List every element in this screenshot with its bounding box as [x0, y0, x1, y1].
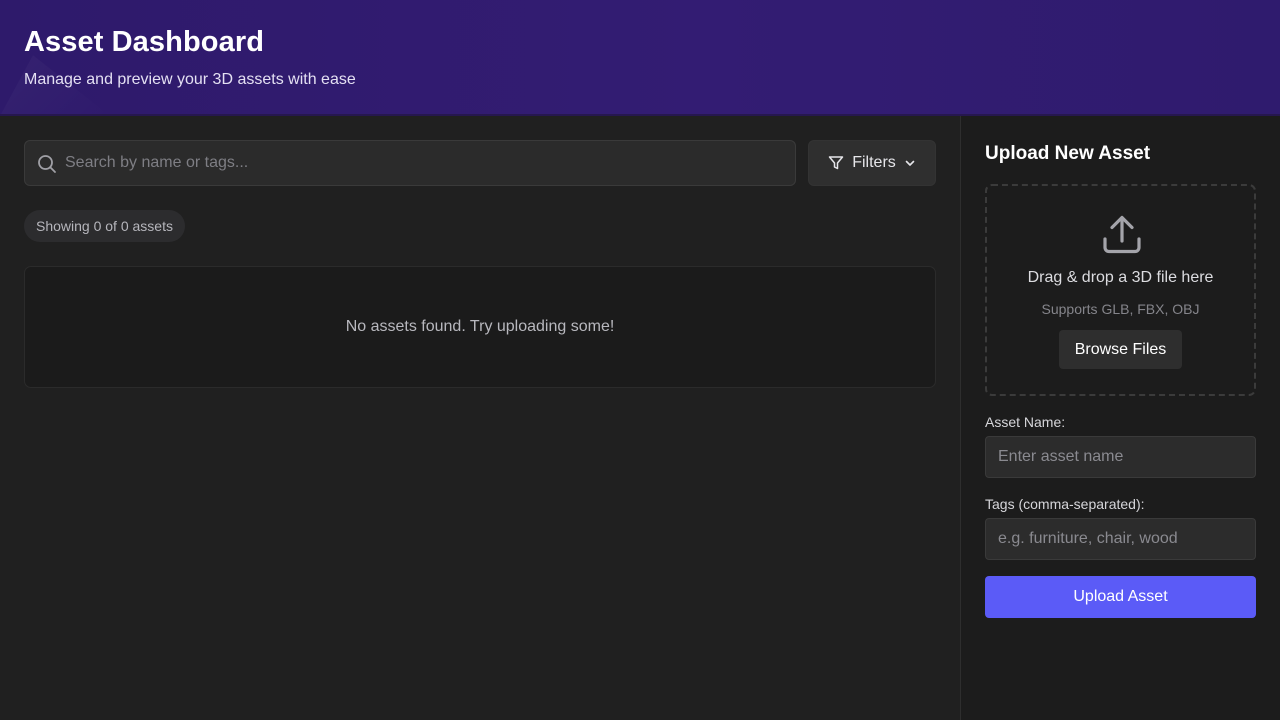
- asset-name-input[interactable]: [985, 436, 1256, 478]
- search-box[interactable]: [24, 140, 796, 186]
- upload-panel-title: Upload New Asset: [985, 143, 1151, 164]
- empty-state-message: No assets found. Try uploading some!: [345, 318, 615, 335]
- upload-panel: Upload New Asset Drag & drop a 3D file h…: [961, 116, 1280, 720]
- app-header: Asset Dashboard Manage and preview your …: [0, 0, 1280, 116]
- asset-name-label: Asset Name:: [985, 414, 1066, 430]
- search-input[interactable]: [65, 141, 785, 185]
- upload-icon: [1103, 215, 1141, 254]
- dropzone-text: Drag & drop a 3D file here: [1027, 269, 1214, 286]
- asset-browser: Filters Showing 0 of 0 assets No assets …: [0, 116, 960, 720]
- page-subtitle: Manage and preview your 3D assets with e…: [24, 71, 356, 88]
- upload-asset-button[interactable]: Upload Asset: [985, 576, 1256, 618]
- browse-files-button[interactable]: Browse Files: [1059, 330, 1182, 369]
- file-dropzone[interactable]: Drag & drop a 3D file here Supports GLB,…: [985, 184, 1256, 396]
- dropzone-formats: Supports GLB, FBX, OBJ: [1041, 301, 1200, 317]
- asset-count-badge: Showing 0 of 0 assets: [24, 210, 185, 242]
- page-title: Asset Dashboard: [24, 26, 265, 58]
- tags-input[interactable]: [985, 518, 1256, 560]
- filter-icon: [828, 156, 844, 170]
- tags-label: Tags (comma-separated):: [985, 496, 1145, 512]
- search-icon: [38, 155, 56, 173]
- filters-button[interactable]: Filters: [808, 140, 936, 186]
- empty-state-panel: No assets found. Try uploading some!: [24, 266, 936, 388]
- chevron-down-icon: [905, 160, 915, 166]
- filters-label: Filters: [852, 154, 896, 171]
